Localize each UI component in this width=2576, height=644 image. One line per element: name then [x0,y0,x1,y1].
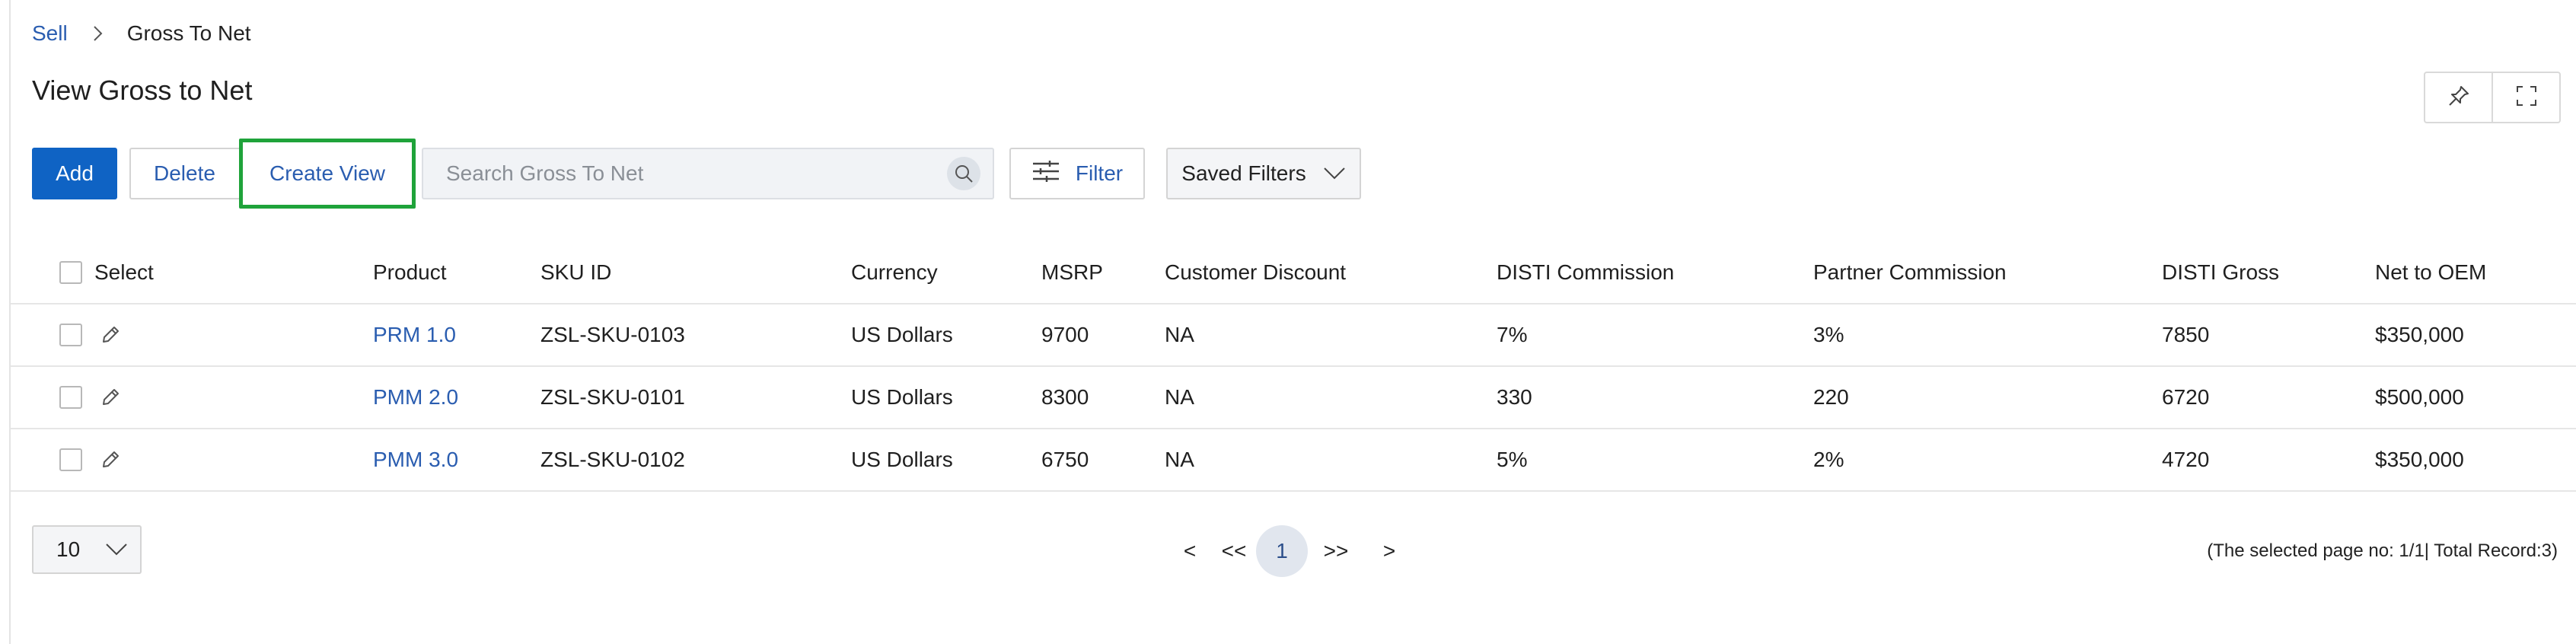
col-product: Product [373,260,447,284]
breadcrumb-sell-link[interactable]: Sell [32,21,68,46]
pin-icon [2447,84,2471,112]
currency-cell: US Dollars [851,323,953,346]
product-link[interactable]: PRM 1.0 [373,304,456,365]
customer-discount-cell: NA [1165,385,1194,409]
disti-gross-cell: 4720 [2162,448,2210,471]
disti-commission-cell: 330 [1497,385,1532,409]
breadcrumb: Sell Gross To Net [32,18,251,49]
currency-cell: US Dollars [851,448,953,471]
partner-commission-cell: 220 [1813,385,1849,409]
last-page-button[interactable]: >> [1308,539,1364,563]
view-controls [2424,72,2561,123]
table-row: PMM 2.0 ZSL-SKU-0101 US Dollars 8300 NA … [11,367,2576,429]
search-icon[interactable] [947,157,980,190]
search-placeholder: Search Gross To Net [446,161,644,185]
msrp-cell: 6750 [1041,448,1089,471]
edit-pencil-icon[interactable] [99,304,122,365]
msrp-cell: 9700 [1041,323,1089,346]
table-row: PMM 3.0 ZSL-SKU-0102 US Dollars 6750 NA … [11,429,2576,492]
page-size-select[interactable]: 10 [32,525,142,574]
sku-id-cell: ZSL-SKU-0102 [540,448,685,471]
select-all-checkbox[interactable] [59,242,82,303]
sku-id-cell: ZSL-SKU-0103 [540,323,685,346]
table-row: PRM 1.0 ZSL-SKU-0103 US Dollars 9700 NA … [11,304,2576,367]
first-page-button[interactable]: << [1212,539,1256,563]
col-disti-commission: DISTI Commission [1497,260,1675,284]
row-checkbox[interactable] [59,429,82,490]
filter-button[interactable]: Filter [1009,148,1145,199]
pagination: < << 1 >> > [1168,525,1414,577]
col-net-to-oem: Net to OEM [2375,260,2487,284]
disti-commission-cell: 7% [1497,323,1528,346]
fullscreen-icon [2514,84,2539,112]
col-partner-commission: Partner Commission [1813,260,2007,284]
page-size-value: 10 [56,537,81,561]
page: Sell Gross To Net View Gross to Net Add … [9,0,2576,644]
msrp-cell: 8300 [1041,385,1089,409]
sku-id-cell: ZSL-SKU-0101 [540,385,685,409]
pin-button[interactable] [2425,73,2492,122]
edit-pencil-icon[interactable] [99,429,122,490]
saved-filters-dropdown[interactable]: Saved Filters [1166,148,1361,199]
col-msrp: MSRP [1041,260,1103,284]
table-header: Select Product SKU ID Currency MSRP Cust… [11,242,2576,304]
net-to-oem-cell: $350,000 [2375,448,2464,471]
currency-cell: US Dollars [851,385,953,409]
net-to-oem-cell: $350,000 [2375,323,2464,346]
record-info: (The selected page no: 1/1| Total Record… [2207,540,2558,561]
col-currency: Currency [851,260,938,284]
partner-commission-cell: 2% [1813,448,1844,471]
col-select: Select [94,260,154,284]
product-link[interactable]: PMM 3.0 [373,429,458,490]
row-checkbox[interactable] [59,304,82,365]
filter-icon [1031,159,1060,189]
col-sku-id: SKU ID [540,260,612,284]
breadcrumb-current: Gross To Net [126,21,251,45]
disti-gross-cell: 7850 [2162,323,2210,346]
customer-discount-cell: NA [1165,323,1194,346]
current-page-button[interactable]: 1 [1256,525,1308,577]
chevron-down-icon [105,543,128,556]
edit-pencil-icon[interactable] [99,367,122,428]
table-footer: 10 < << 1 >> > (The selected page no: 1/… [11,525,2576,577]
row-checkbox[interactable] [59,367,82,428]
next-page-button[interactable]: > [1364,539,1414,563]
disti-gross-cell: 6720 [2162,385,2210,409]
chevron-down-icon [1323,161,1346,186]
saved-filters-label: Saved Filters [1181,161,1306,185]
page-title: View Gross to Net [32,75,253,106]
net-to-oem-cell: $500,000 [2375,385,2464,409]
add-button[interactable]: Add [32,148,117,199]
disti-commission-cell: 5% [1497,448,1528,471]
customer-discount-cell: NA [1165,448,1194,471]
create-view-button[interactable]: Create View [239,139,416,209]
chevron-right-icon [89,25,106,42]
filter-label: Filter [1075,161,1124,185]
search-input[interactable]: Search Gross To Net [422,148,994,199]
prev-page-button[interactable]: < [1168,539,1212,563]
fullscreen-button[interactable] [2492,73,2559,122]
partner-commission-cell: 3% [1813,323,1844,346]
col-disti-gross: DISTI Gross [2162,260,2280,284]
gross-to-net-table: Select Product SKU ID Currency MSRP Cust… [11,242,2576,492]
product-link[interactable]: PMM 2.0 [373,367,458,428]
col-customer-discount: Customer Discount [1165,260,1347,284]
